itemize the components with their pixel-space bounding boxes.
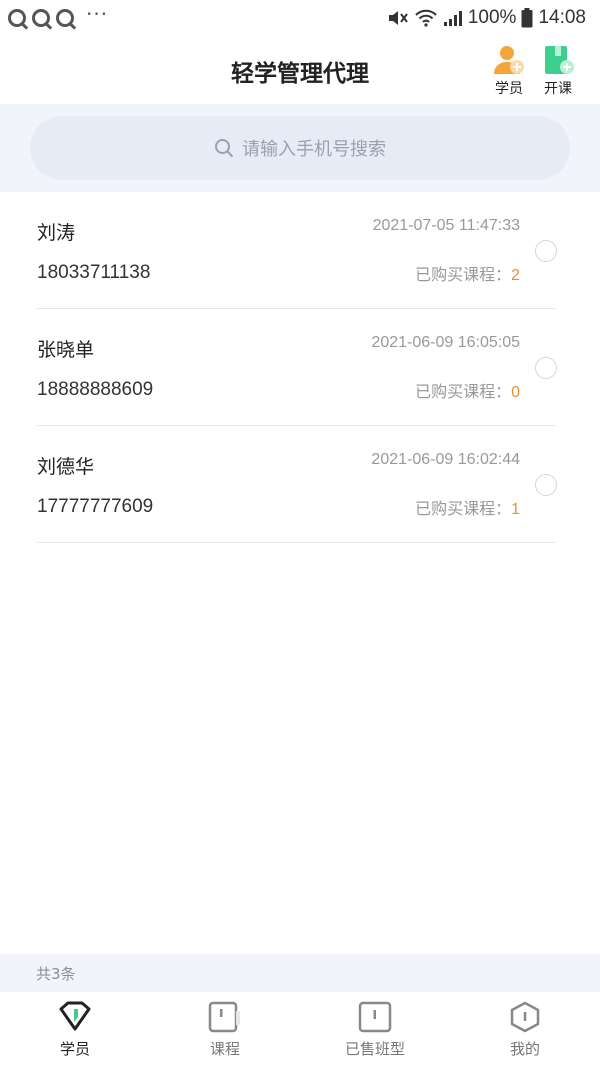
student-tab-icon <box>59 1001 91 1031</box>
add-user-icon <box>494 46 524 74</box>
purchased-courses-count: 2 <box>511 267 520 284</box>
purchased-courses-label: 已购买课程： <box>415 499 512 518</box>
mute-icon <box>388 11 408 25</box>
battery-icon <box>521 8 533 28</box>
tab-courses[interactable]: 课程 <box>150 992 300 1067</box>
student-row[interactable]: 刘涛 18033711138 2021-07-05 11:47:33 已购买课程… <box>37 192 557 309</box>
wifi-icon <box>415 9 437 27</box>
student-row[interactable]: 刘德华 17777777609 2021-06-09 16:02:44 已购买课… <box>37 426 557 543</box>
notification-icons: ··· <box>8 4 108 27</box>
notification-q-icon <box>32 9 50 27</box>
student-list: 刘涛 18033711138 2021-07-05 11:47:33 已购买课程… <box>0 192 600 543</box>
signal-icon <box>443 11 462 26</box>
select-radio[interactable] <box>535 357 557 379</box>
search-input[interactable]: 请输入手机号搜索 <box>30 116 570 180</box>
student-name: 刘德华 <box>37 456 95 478</box>
purchased-courses: 已购买课程：1 <box>415 495 520 519</box>
student-phone: 18888888609 <box>37 379 154 400</box>
student-date: 2021-06-09 16:02:44 <box>371 451 520 468</box>
purchased-courses: 已购买课程：0 <box>415 378 520 402</box>
status-bar: ··· 100% 14:08 <box>0 0 600 36</box>
notification-q-icon <box>56 9 74 27</box>
open-course-button[interactable]: 开课 <box>538 44 578 98</box>
system-status: 100% 14:08 <box>387 7 586 29</box>
total-count-bar: 共3条 <box>0 954 600 992</box>
notification-q-icon <box>8 9 26 27</box>
select-radio[interactable] <box>535 240 557 262</box>
sold-class-tab-icon <box>358 1001 392 1033</box>
clock: 14:08 <box>538 7 586 28</box>
bottom-tab-bar: 学员 课程 已售班型 我的 <box>0 992 600 1067</box>
search-icon <box>215 139 234 158</box>
purchased-courses-label: 已购买课程： <box>415 382 512 401</box>
add-course-icon <box>545 46 574 74</box>
search-placeholder: 请输入手机号搜索 <box>242 139 386 160</box>
header: 轻学管理代理 学员 开课 <box>0 36 600 104</box>
course-tab-icon <box>208 1001 240 1033</box>
battery-level: 100% <box>467 7 517 28</box>
more-notifications-icon: ··· <box>86 2 109 26</box>
student-phone: 18033711138 <box>37 262 151 283</box>
purchased-courses: 已购买课程：2 <box>415 261 520 285</box>
tab-profile[interactable]: 我的 <box>450 992 600 1067</box>
tab-label: 学员 <box>59 1040 90 1058</box>
purchased-courses-label: 已购买课程： <box>415 265 512 284</box>
student-name: 张晓单 <box>37 339 95 361</box>
student-row[interactable]: 张晓单 18888888609 2021-06-09 16:05:05 已购买课… <box>37 309 557 426</box>
profile-tab-icon <box>510 1001 540 1033</box>
student-phone: 17777777609 <box>37 496 154 517</box>
total-count: 共3条 <box>36 964 76 983</box>
purchased-courses-count: 1 <box>511 501 520 518</box>
tab-label: 课程 <box>209 1040 240 1058</box>
search-section: 请输入手机号搜索 <box>0 104 600 192</box>
add-student-label: 学员 <box>495 81 523 97</box>
purchased-courses-count: 0 <box>511 384 520 401</box>
student-date: 2021-06-09 16:05:05 <box>371 334 520 351</box>
add-student-button[interactable]: 学员 <box>489 44 529 98</box>
student-date: 2021-07-05 11:47:33 <box>372 217 520 234</box>
select-radio[interactable] <box>535 474 557 496</box>
tab-sold-classes[interactable]: 已售班型 <box>300 992 450 1067</box>
student-name: 刘涛 <box>37 222 76 244</box>
tab-label: 已售班型 <box>344 1040 405 1058</box>
tab-students[interactable]: 学员 <box>0 992 150 1067</box>
tab-label: 我的 <box>509 1040 540 1058</box>
open-course-label: 开课 <box>544 81 572 97</box>
